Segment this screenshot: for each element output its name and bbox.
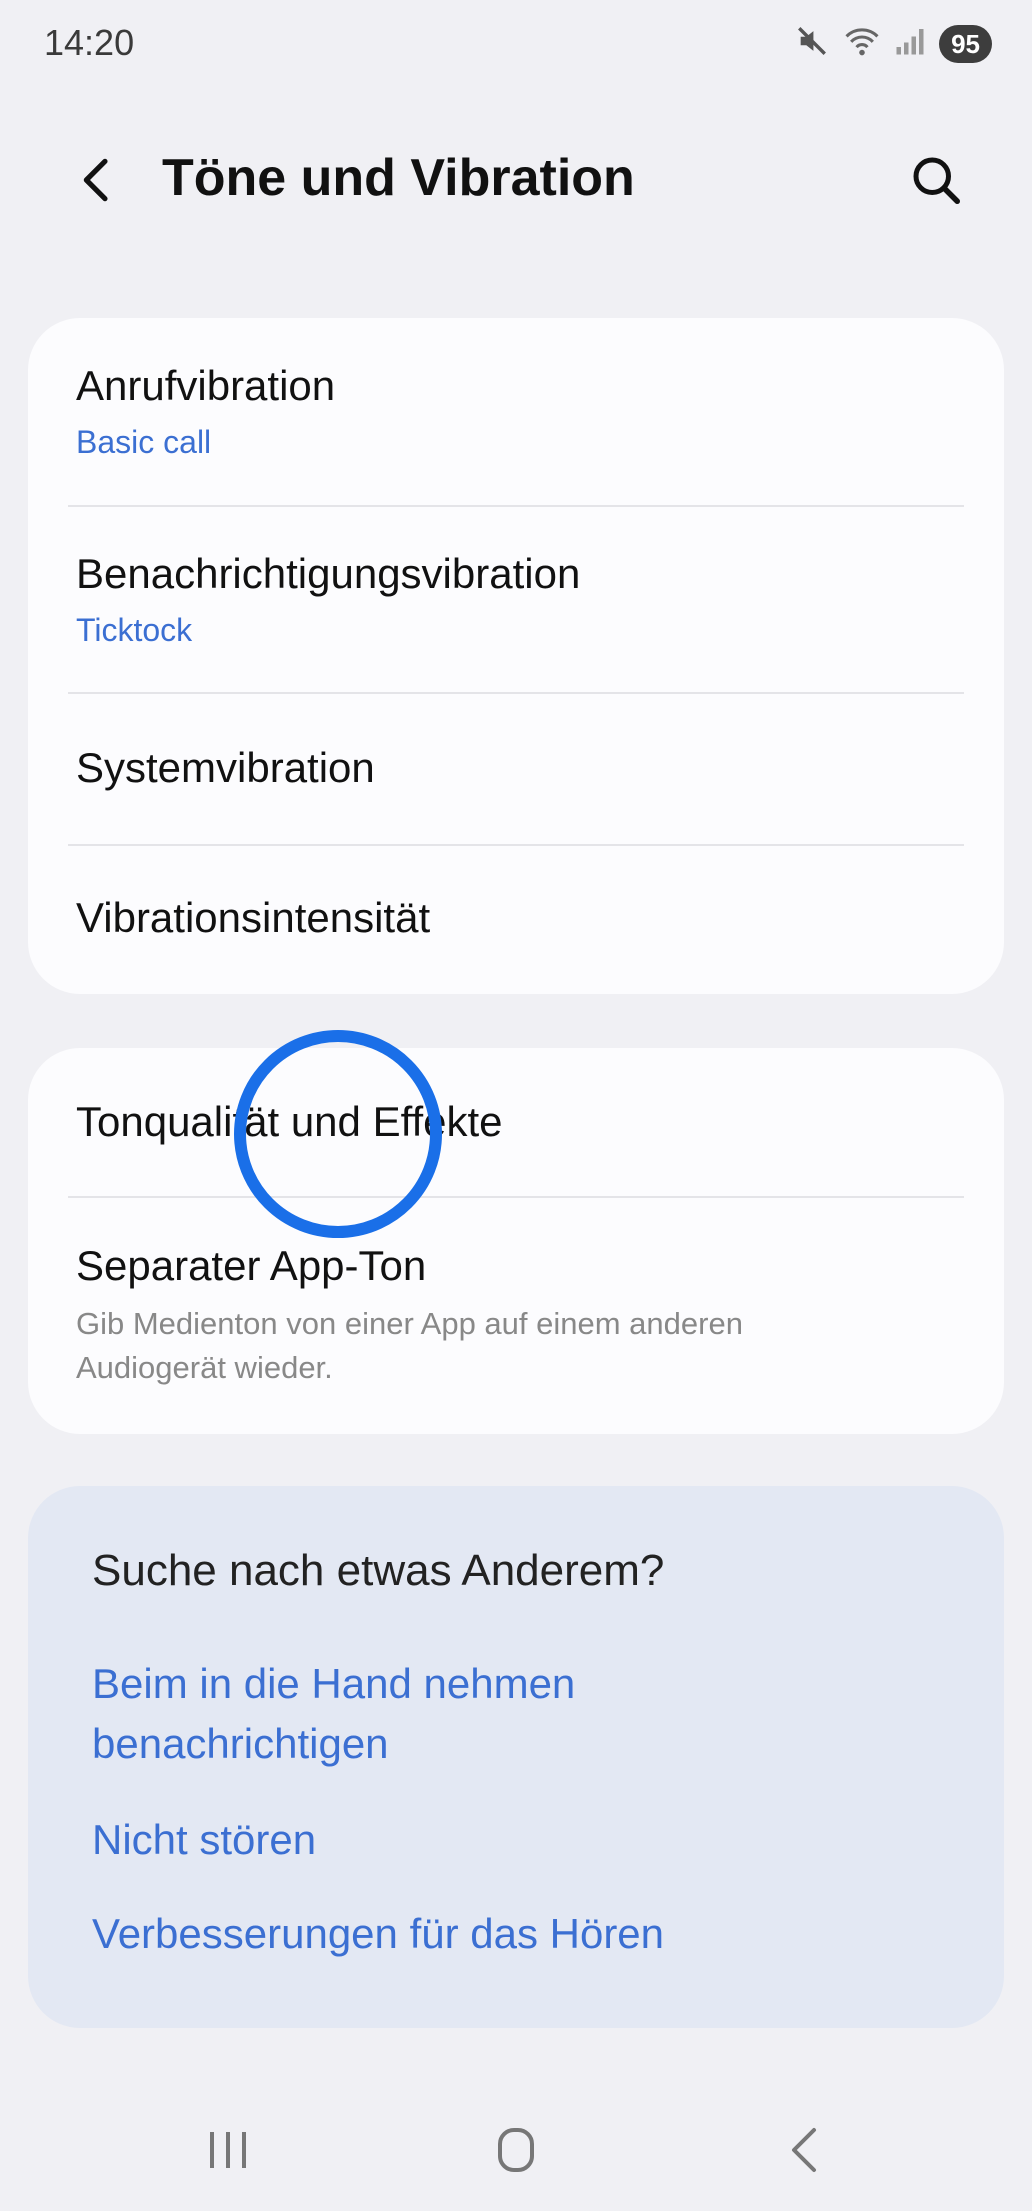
divider [68, 692, 964, 694]
item-title: Systemvibration [76, 744, 375, 791]
home-button[interactable] [476, 2120, 556, 2180]
notification-vibration-item[interactable]: Benachrichtigungsvibration Ticktock [76, 550, 956, 649]
item-title: Separater App-Ton [76, 1242, 427, 1289]
mute-icon [795, 24, 829, 63]
header: Töne und Vibration [0, 130, 1032, 230]
status-icons: 95 [795, 24, 992, 63]
suggestions-title: Suche nach etwas Anderem? [92, 1546, 665, 1595]
suggestions-card: Suche nach etwas Anderem? Beim in die Ha… [28, 1486, 1004, 2028]
divider [68, 1196, 964, 1198]
sound-settings-card: Tonqualität und Effekte Separater App-To… [28, 1048, 1004, 1434]
nav-back-icon [792, 2128, 816, 2172]
page-title: Töne und Vibration [162, 149, 635, 207]
sound-quality-effects-item[interactable]: Tonqualität und Effekte [76, 1098, 956, 1146]
item-title: Anrufvibration [76, 362, 336, 409]
navigation-bar [0, 2100, 1032, 2211]
status-bar: 14:20 95 [0, 0, 1032, 90]
divider [68, 844, 964, 846]
item-title: Benachrichtigungsvibration [76, 550, 581, 597]
recents-button[interactable] [188, 2120, 268, 2180]
search-icon [913, 157, 960, 204]
suggestion-link[interactable]: Beim in die Hand nehmen benachrichtigen [92, 1654, 792, 1774]
item-value: Ticktock [76, 612, 193, 648]
battery-badge: 95 [939, 24, 992, 63]
signal-icon [895, 26, 925, 61]
nav-back-button[interactable] [766, 2120, 846, 2180]
suggestion-link[interactable]: Verbesserungen für das Hören [92, 1904, 792, 1964]
back-button[interactable] [70, 152, 126, 208]
item-description: Gib Medienton von einer App auf einem an… [76, 1306, 743, 1385]
call-vibration-item[interactable]: Anrufvibration Basic call [76, 362, 956, 461]
back-icon [83, 158, 108, 202]
divider [68, 505, 964, 507]
item-value: Basic call [76, 424, 212, 460]
touch-indicator [234, 1030, 442, 1238]
wifi-icon [843, 24, 881, 63]
item-title: Vibrationsintensität [76, 894, 431, 941]
suggestion-link[interactable]: Nicht stören [92, 1810, 792, 1870]
system-vibration-item[interactable]: Systemvibration [76, 744, 956, 792]
search-button[interactable] [906, 150, 966, 210]
status-time: 14:20 [44, 22, 135, 63]
separate-app-sound-item[interactable]: Separater App-Ton Gib Medienton von eine… [76, 1242, 956, 1390]
recents-icon [210, 2132, 246, 2168]
vibration-settings-card: Anrufvibration Basic call Benachrichtigu… [28, 318, 1004, 994]
home-icon [498, 2128, 534, 2172]
vibration-intensity-item[interactable]: Vibrationsintensität [76, 894, 956, 942]
item-title: Tonqualität und Effekte [76, 1098, 503, 1145]
